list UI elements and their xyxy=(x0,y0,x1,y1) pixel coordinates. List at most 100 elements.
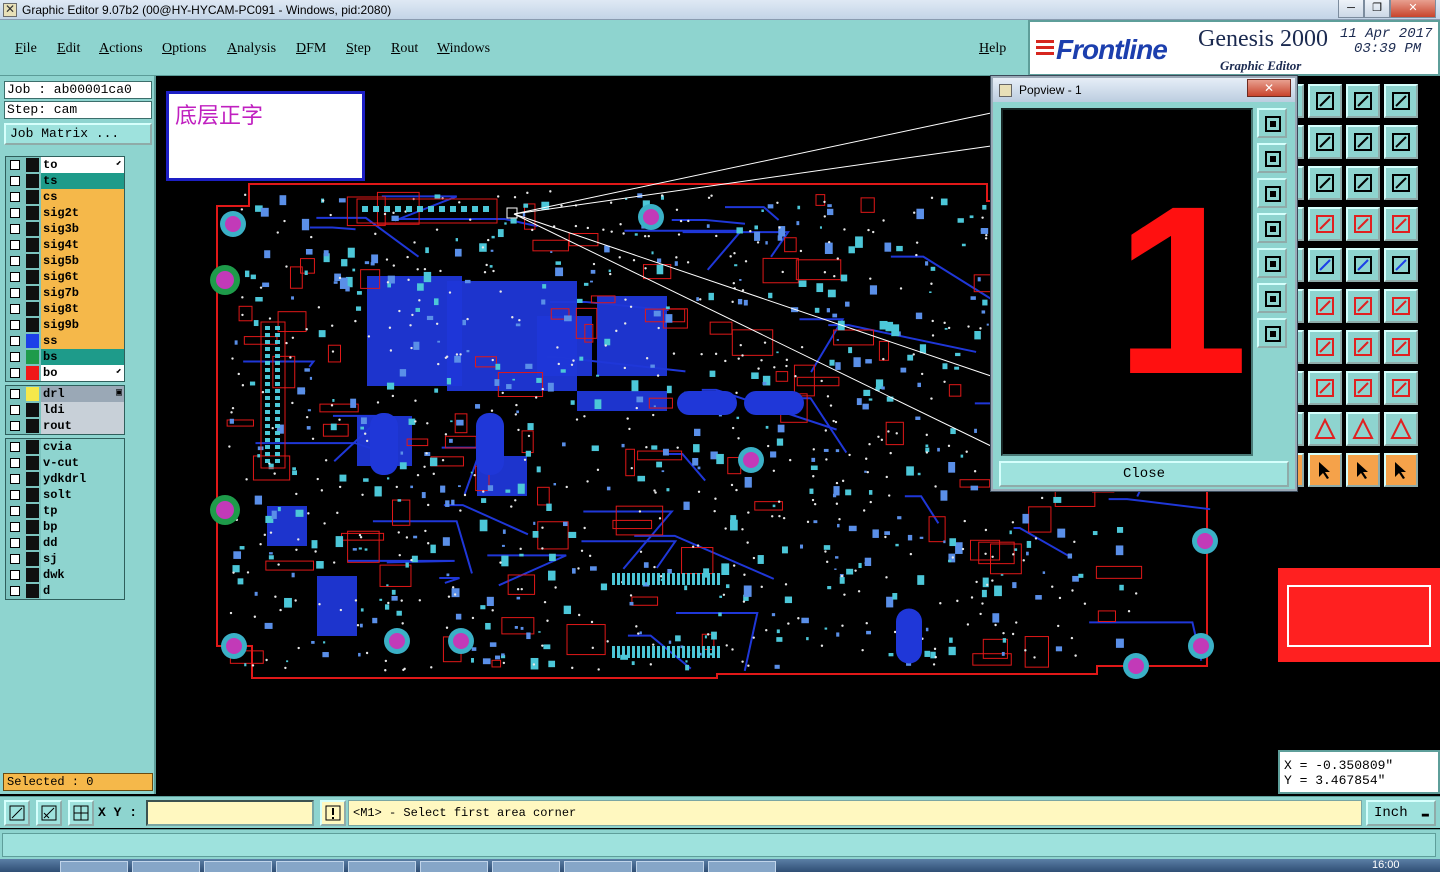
layer-color-swatch[interactable] xyxy=(26,350,39,364)
layer-color-swatch[interactable] xyxy=(26,302,39,316)
menu-options[interactable]: Options xyxy=(162,41,206,57)
layer-color-swatch[interactable] xyxy=(26,174,39,188)
popview-close-button[interactable]: Close xyxy=(999,461,1289,487)
cross-tool-button[interactable] xyxy=(1308,289,1342,323)
layer-name[interactable]: sig8t xyxy=(41,301,124,317)
layer-row-sig9b[interactable]: sig9b xyxy=(6,317,124,333)
question-tool-button[interactable] xyxy=(1384,166,1418,200)
layer-color-swatch[interactable] xyxy=(26,472,39,486)
layer-name[interactable]: bo ⬋ xyxy=(41,365,124,381)
layer-row-ts[interactable]: ts xyxy=(6,173,124,189)
layer-color-swatch[interactable] xyxy=(26,568,39,582)
layer-checkbox[interactable] xyxy=(10,522,20,532)
rotate-tool-button[interactable] xyxy=(1346,330,1380,364)
layer-color-swatch[interactable] xyxy=(26,270,39,284)
layer-color-swatch[interactable] xyxy=(26,318,39,332)
snap-button[interactable] xyxy=(36,800,62,826)
layer-row-sig6t[interactable]: sig6t xyxy=(6,269,124,285)
taskbar-app-9[interactable] xyxy=(636,861,704,872)
layer-row-sig5b[interactable]: sig5b xyxy=(6,253,124,269)
layer-checkbox[interactable] xyxy=(10,421,20,431)
layer-row-v-cut[interactable]: v-cut xyxy=(6,455,124,471)
layer-name[interactable]: sig3b xyxy=(41,221,124,237)
maximize-button[interactable]: ❐ xyxy=(1364,0,1390,18)
layer-row-dd[interactable]: dd xyxy=(6,535,124,551)
layer-checkbox[interactable] xyxy=(10,586,20,596)
layer-checkbox[interactable] xyxy=(10,160,20,170)
layer-name[interactable]: ts xyxy=(41,173,124,189)
layer-name[interactable]: sj xyxy=(41,551,124,567)
layer-name[interactable]: cvia xyxy=(41,439,124,455)
layer-name[interactable]: ydkdrl xyxy=(41,471,124,487)
ruler-tool-button[interactable] xyxy=(1346,248,1380,282)
swap-tool-button[interactable] xyxy=(1384,125,1418,159)
layer-checkbox[interactable] xyxy=(10,538,20,548)
layer-name[interactable]: bs xyxy=(41,349,124,365)
layer-row-sig4t[interactable]: sig4t xyxy=(6,237,124,253)
layer-row-sig8t[interactable]: sig8t xyxy=(6,301,124,317)
layer-name[interactable]: sig2t xyxy=(41,205,124,221)
layer-name[interactable]: rout xyxy=(41,418,124,434)
layer-name[interactable]: tp xyxy=(41,503,124,519)
layer-color-swatch[interactable] xyxy=(26,366,39,380)
layer-name[interactable]: sig6t xyxy=(41,269,124,285)
dimension-tool-button[interactable] xyxy=(1346,371,1380,405)
layer-color-swatch[interactable] xyxy=(26,286,39,300)
layer-name[interactable]: bp xyxy=(41,519,124,535)
taskbar-app-10[interactable] xyxy=(708,861,776,872)
layer-color-swatch[interactable] xyxy=(26,158,39,172)
line-edit-tool-button[interactable] xyxy=(1384,289,1418,323)
zoom-home-button[interactable] xyxy=(1257,283,1287,313)
layer-checkbox[interactable] xyxy=(10,442,20,452)
zoom-fit-button[interactable] xyxy=(1257,178,1287,208)
layer-checkbox[interactable] xyxy=(10,288,20,298)
layer-name[interactable]: sig7b xyxy=(41,285,124,301)
layer-color-swatch[interactable] xyxy=(26,190,39,204)
layer-row-sig2t[interactable]: sig2t xyxy=(6,205,124,221)
layer-color-swatch[interactable] xyxy=(26,488,39,502)
zoom-in-button[interactable] xyxy=(1257,108,1287,138)
close-window-button[interactable]: ✕ xyxy=(1390,0,1436,18)
line-add-tool-button[interactable] xyxy=(1346,289,1380,323)
dot-tool-button[interactable] xyxy=(1384,248,1418,282)
xy-input[interactable] xyxy=(146,800,314,826)
layer-color-swatch[interactable] xyxy=(26,552,39,566)
layer-name[interactable]: sig5b xyxy=(41,253,124,269)
layer-row-cs[interactable]: cs xyxy=(6,189,124,205)
layer-row-drl[interactable]: drl ▣ xyxy=(6,386,124,402)
export-tool-button[interactable] xyxy=(1308,125,1342,159)
layer-color-swatch[interactable] xyxy=(26,584,39,598)
measure-red-2-tool-button[interactable] xyxy=(1384,207,1418,241)
text-tool-button[interactable] xyxy=(1384,330,1418,364)
layer-name[interactable]: to ⬋ xyxy=(41,157,124,173)
layer-checkbox[interactable] xyxy=(10,474,20,484)
menu-actions[interactable]: Actions xyxy=(99,41,143,57)
layer-name[interactable]: sig4t xyxy=(41,237,124,253)
layer-row-cvia[interactable]: cvia xyxy=(6,439,124,455)
taskbar-app-2[interactable] xyxy=(132,861,200,872)
triangle-3-tool-button[interactable] xyxy=(1346,412,1380,446)
layer-name[interactable]: dwk xyxy=(41,567,124,583)
layer-checkbox[interactable] xyxy=(10,405,20,415)
center-tool-button[interactable] xyxy=(1308,166,1342,200)
layer-checkbox[interactable] xyxy=(10,256,20,266)
window-tool-button[interactable] xyxy=(1384,84,1418,118)
layer-color-swatch[interactable] xyxy=(26,456,39,470)
taskbar-app-3[interactable] xyxy=(204,861,272,872)
flip-tool-button[interactable] xyxy=(1346,125,1380,159)
layer-row-sig3b[interactable]: sig3b xyxy=(6,221,124,237)
units-selector[interactable]: Inch ▬ xyxy=(1366,800,1436,826)
layer-checkbox[interactable] xyxy=(10,570,20,580)
slash-tool-button[interactable] xyxy=(1308,330,1342,364)
layer-checkbox[interactable] xyxy=(10,176,20,186)
taskbar-app-7[interactable] xyxy=(492,861,560,872)
layer-name[interactable]: ss xyxy=(41,333,124,349)
layer-checkbox[interactable] xyxy=(10,208,20,218)
message-alert-button[interactable] xyxy=(320,800,346,826)
layer-name[interactable]: drl ▣ xyxy=(41,386,124,402)
layer-checkbox[interactable] xyxy=(10,192,20,202)
zoom-out-button[interactable] xyxy=(1257,143,1287,173)
layer-color-swatch[interactable] xyxy=(26,536,39,550)
layer-row-sj[interactable]: sj xyxy=(6,551,124,567)
shapes-tool-button[interactable] xyxy=(1384,371,1418,405)
